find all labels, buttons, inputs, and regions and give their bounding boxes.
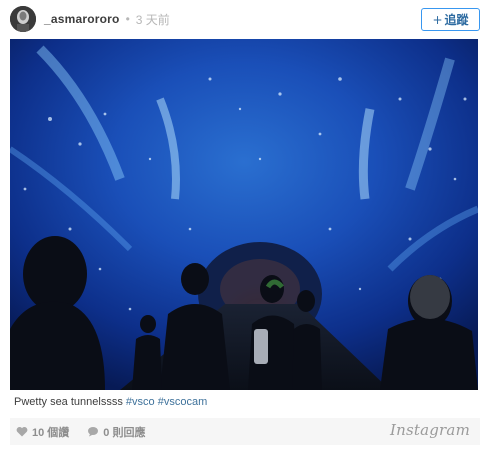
username-link[interactable]: _asmarororo bbox=[44, 12, 120, 26]
plus-icon: + bbox=[432, 12, 443, 27]
likes-label: 10 個讚 bbox=[32, 426, 70, 439]
likes-count[interactable]: 10 個讚 bbox=[16, 424, 69, 440]
comments-label: 0 則回應 bbox=[103, 426, 146, 439]
post-footer: 10 個讚 0 則回應 Instagram bbox=[10, 418, 480, 445]
caption-text: Pwetty sea tunnelssss bbox=[14, 396, 123, 408]
heart-icon bbox=[16, 427, 28, 437]
post-photo[interactable] bbox=[10, 39, 478, 390]
post-time[interactable]: 3 天前 bbox=[136, 11, 170, 28]
separator-dot: • bbox=[125, 12, 130, 26]
hashtag-vscocam[interactable]: #vscocam bbox=[158, 396, 208, 408]
instagram-logo[interactable]: Instagram bbox=[390, 421, 470, 439]
avatar[interactable] bbox=[10, 6, 36, 32]
follow-label: 追蹤 bbox=[444, 13, 469, 27]
comments-count[interactable]: 0 則回應 bbox=[87, 424, 145, 440]
follow-button[interactable]: + 追蹤 bbox=[421, 8, 480, 31]
post-header: _asmarororo • 3 天前 + 追蹤 bbox=[10, 5, 480, 33]
post-caption: Pwetty sea tunnelssss #vsco #vscocam bbox=[14, 396, 207, 408]
comment-icon bbox=[88, 427, 99, 437]
embed-card: _asmarororo • 3 天前 + 追蹤 Pwetty sea tunne… bbox=[0, 0, 490, 449]
aquarium-tunnel-image bbox=[10, 39, 478, 390]
hashtag-vsco[interactable]: #vsco bbox=[126, 396, 155, 408]
